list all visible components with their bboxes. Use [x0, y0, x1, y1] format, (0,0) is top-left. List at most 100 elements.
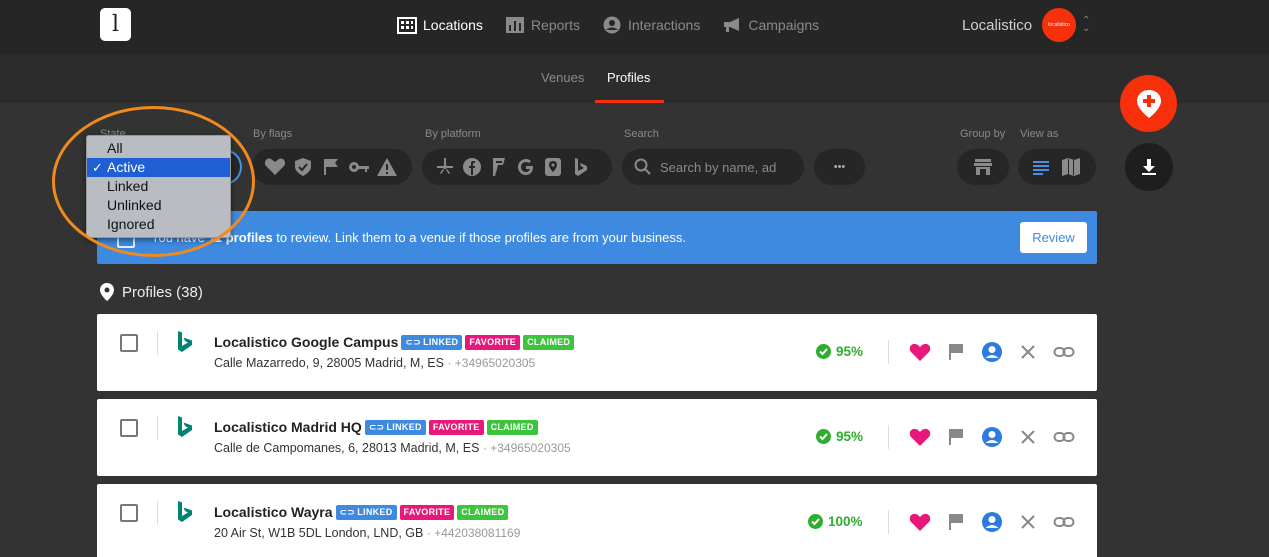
user-circle-icon	[603, 16, 621, 34]
more-filters-button[interactable]: •••	[814, 149, 865, 185]
profile-address: Calle Mazarredo, 9, 28005 Madrid, M, ES …	[214, 356, 536, 370]
bing-icon[interactable]	[569, 157, 591, 177]
list-view-icon[interactable]	[1030, 157, 1052, 177]
section-title: Profiles (38)	[122, 283, 203, 301]
megaphone-icon	[724, 18, 740, 32]
state-option-all[interactable]: All	[87, 139, 230, 158]
favorite-badge: FAVORITE	[465, 334, 521, 350]
active-tab-indicator	[595, 100, 664, 103]
nav-label: Interactions	[627, 17, 701, 33]
nav-label: Campaigns	[748, 17, 820, 33]
search-input[interactable]	[660, 159, 790, 175]
view-as-label: View as	[1020, 128, 1059, 140]
maps-pin-icon[interactable]	[542, 157, 564, 177]
profile-name[interactable]: Localistico Madrid HQ	[214, 419, 362, 435]
heart-icon[interactable]	[909, 426, 931, 448]
option-label: Active	[107, 159, 146, 175]
review-button[interactable]: Review	[1020, 222, 1087, 253]
add-location-button[interactable]	[1120, 75, 1177, 132]
check-circle-icon	[816, 429, 831, 444]
close-icon[interactable]	[1017, 426, 1039, 448]
divider	[157, 416, 158, 440]
search-label: Search	[624, 128, 659, 140]
heart-icon[interactable]	[909, 511, 931, 533]
download-button[interactable]	[1125, 143, 1173, 191]
bing-icon	[178, 331, 192, 352]
option-label: Ignored	[107, 216, 155, 232]
avatar[interactable]: localistico	[1042, 8, 1077, 42]
divider	[888, 340, 889, 364]
row-actions	[909, 511, 1075, 533]
claimed-badge: CLAIMED	[486, 419, 538, 435]
tab-venues[interactable]: Venues	[541, 70, 584, 85]
check-circle-icon	[808, 514, 823, 529]
link-icon: ⊂⊃	[405, 336, 422, 347]
group-by-button[interactable]	[957, 149, 1009, 185]
sub-navbar: Venues Profiles	[0, 54, 1269, 103]
account-switcher[interactable]: Localistico localistico ⌃ ⌄	[962, 8, 1090, 42]
row-actions	[909, 426, 1075, 448]
favorite-badge: FAVORITE	[399, 504, 455, 520]
row-checkbox[interactable]	[120, 334, 138, 352]
link-icon: ⊂⊃	[339, 506, 356, 517]
user-circle-icon[interactable]	[981, 426, 1003, 448]
profile-phone: · +442038081169	[426, 526, 521, 540]
flag-icon[interactable]	[320, 157, 342, 177]
yelp-icon[interactable]	[434, 157, 456, 177]
profile-card[interactable]: Localistico Wayra ⊂⊃ LINKED FAVORITE CLAI…	[97, 484, 1097, 557]
profile-card[interactable]: Localistico Google Campus ⊂⊃ LINKED FAVOR…	[97, 314, 1097, 391]
google-icon[interactable]	[515, 157, 537, 177]
profile-address: 20 Air St, W1B 5DL London, LND, GB · +44…	[214, 526, 521, 540]
nav-interactions[interactable]: Interactions	[602, 14, 700, 36]
state-option-unlinked[interactable]: Unlinked	[87, 196, 230, 215]
nav-label: Locations	[423, 17, 483, 33]
flag-icon[interactable]	[945, 511, 967, 533]
nav-reports[interactable]: Reports	[505, 14, 580, 36]
row-checkbox[interactable]	[120, 419, 138, 437]
state-option-active[interactable]: ✓ Active	[87, 158, 230, 177]
heart-icon[interactable]	[909, 341, 931, 363]
top-navbar: l Locations Reports Interactions Campaig…	[0, 0, 1269, 54]
close-icon[interactable]	[1017, 341, 1039, 363]
user-circle-icon[interactable]	[981, 341, 1003, 363]
app-logo[interactable]: l	[100, 8, 131, 41]
profile-phone: · +34965020305	[447, 356, 536, 370]
divider	[888, 425, 889, 449]
linked-badge: ⊂⊃ LINKED	[335, 504, 397, 520]
profile-name[interactable]: Localistico Wayra	[214, 504, 333, 520]
checkmark-icon: ✓	[92, 160, 103, 175]
flag-icon[interactable]	[945, 426, 967, 448]
option-label: Unlinked	[107, 197, 162, 213]
profile-name-row: Localistico Google Campus ⊂⊃ LINKED FAVOR…	[214, 334, 575, 350]
bar-chart-icon	[505, 17, 524, 33]
main-nav: Locations Reports Interactions Campaigns	[397, 14, 819, 36]
tab-profiles[interactable]: Profiles	[607, 70, 650, 85]
row-checkbox[interactable]	[120, 504, 138, 522]
map-view-icon[interactable]	[1060, 157, 1082, 177]
nav-campaigns[interactable]: Campaigns	[722, 14, 819, 36]
bing-icon	[178, 501, 192, 522]
link-icon[interactable]	[1053, 341, 1075, 363]
profile-card[interactable]: Localistico Madrid HQ ⊂⊃ LINKED FAVORITE …	[97, 399, 1097, 476]
user-circle-icon[interactable]	[981, 511, 1003, 533]
state-option-ignored[interactable]: Ignored	[87, 215, 230, 234]
key-icon[interactable]	[348, 157, 370, 177]
state-option-linked[interactable]: Linked	[87, 177, 230, 196]
link-icon[interactable]	[1053, 426, 1075, 448]
divider	[888, 510, 889, 534]
banner-message: You have 11 profiles to review. Link the…	[151, 230, 687, 245]
warning-icon[interactable]	[376, 157, 398, 177]
flags-filter-label: By flags	[253, 128, 293, 140]
profile-name[interactable]: Localistico Google Campus	[214, 334, 398, 350]
heart-icon[interactable]	[264, 157, 286, 177]
close-icon[interactable]	[1017, 511, 1039, 533]
link-icon[interactable]	[1053, 511, 1075, 533]
foursquare-icon[interactable]	[488, 157, 510, 177]
profile-address: Calle de Campomanes, 6, 28013 Madrid, M,…	[214, 441, 571, 455]
account-name: Localistico	[962, 16, 1033, 34]
flag-icon[interactable]	[945, 341, 967, 363]
facebook-icon[interactable]	[461, 157, 483, 177]
nav-locations[interactable]: Locations	[397, 14, 483, 36]
shield-check-icon[interactable]	[292, 157, 314, 177]
option-label: Linked	[107, 178, 149, 194]
